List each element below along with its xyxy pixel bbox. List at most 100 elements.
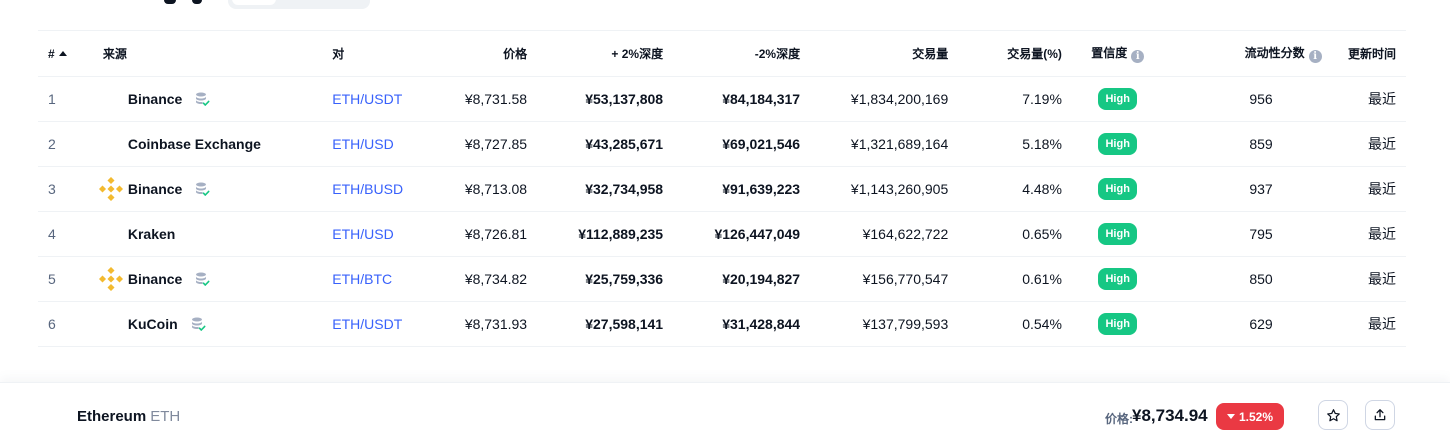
cell-minus-depth: ¥20,194,827 bbox=[663, 256, 801, 302]
cell-pair[interactable]: ETH/USDT bbox=[332, 76, 455, 122]
share-icon bbox=[1374, 409, 1386, 421]
cell-volume: ¥1,321,689,164 bbox=[800, 121, 949, 167]
pair-link[interactable]: ETH/BUSD bbox=[332, 181, 403, 197]
header-volume-pct[interactable]: 交易量(%) bbox=[948, 30, 1062, 77]
exchange-name[interactable]: Binance bbox=[128, 91, 182, 107]
cell-updated: 最近 bbox=[1321, 301, 1406, 347]
pair-link[interactable]: ETH/BTC bbox=[332, 271, 392, 287]
header-minus-depth[interactable]: -2%深度 bbox=[663, 30, 801, 77]
table-row[interactable]: 1 Binance ETH/USDT ¥8,731.58 ¥53,137,808 ¥84,… bbox=[38, 76, 1406, 122]
exchange-name[interactable]: Binance bbox=[128, 181, 182, 197]
cell-updated: 最近 bbox=[1321, 166, 1406, 212]
markets-table: # 来源 对 价格 + 2%深度 -2%深度 交易量 交易量(%) 置信度 i 流… bbox=[38, 30, 1406, 347]
source-wrap[interactable]: Kraken bbox=[99, 212, 332, 256]
cell-price: ¥8,713.08 bbox=[454, 166, 528, 212]
exchange-logo-slot bbox=[99, 312, 128, 336]
table-row[interactable]: 3 Binance ETH/BUSD ¥8,713.08 ¥32,734,958 ¥91,… bbox=[38, 166, 1406, 212]
header-updated[interactable]: 更新时间 bbox=[1321, 30, 1406, 77]
cell-minus-depth: ¥84,184,317 bbox=[663, 76, 801, 122]
header-liquidity[interactable]: 流动性分数 i bbox=[1173, 30, 1322, 77]
source-wrap[interactable]: KuCoin bbox=[99, 302, 332, 346]
cell-rank: 6 bbox=[38, 301, 99, 347]
toolbar-toggle-option[interactable] bbox=[232, 0, 276, 5]
cell-rank: 3 bbox=[38, 166, 99, 212]
cell-confidence: High bbox=[1061, 121, 1174, 167]
header-plus-depth[interactable]: + 2%深度 bbox=[527, 30, 664, 77]
table-row[interactable]: 5 Binance ETH/BTC ¥8,734.82 ¥25,759,336 ¥20,1… bbox=[38, 256, 1406, 302]
exchange-logo-slot bbox=[99, 222, 128, 246]
cell-price: ¥8,731.58 bbox=[454, 76, 528, 122]
cell-volume-pct: 5.18% bbox=[948, 121, 1062, 167]
share-button[interactable] bbox=[1365, 400, 1395, 430]
source-wrap[interactable]: Coinbase Exchange bbox=[99, 122, 332, 166]
header-pair[interactable]: 对 bbox=[332, 30, 455, 77]
cell-pair[interactable]: ETH/USD bbox=[332, 211, 455, 257]
verified-stack-icon bbox=[196, 182, 210, 196]
cell-price: ¥8,726.81 bbox=[454, 211, 528, 257]
source-wrap[interactable]: Binance bbox=[99, 77, 332, 121]
cell-source[interactable]: KuCoin bbox=[98, 301, 333, 347]
table-row[interactable]: 4 Kraken ETH/USD ¥8,726.81 ¥112,889,235 ¥126,… bbox=[38, 211, 1406, 257]
pair-link[interactable]: ETH/USDT bbox=[332, 91, 402, 107]
watchlist-star-button[interactable] bbox=[1318, 400, 1348, 430]
pair-link[interactable]: ETH/USDT bbox=[332, 316, 402, 332]
exchange-name[interactable]: Coinbase Exchange bbox=[128, 136, 261, 152]
exchange-name[interactable]: Binance bbox=[128, 271, 182, 287]
cell-source[interactable]: Binance bbox=[98, 166, 333, 212]
info-icon[interactable]: i bbox=[1131, 50, 1145, 63]
confidence-badge: High bbox=[1098, 178, 1137, 200]
exchange-logo-slot bbox=[98, 177, 128, 201]
cell-source[interactable]: Binance bbox=[98, 76, 333, 122]
price-label: 价格: bbox=[1105, 412, 1133, 426]
source-wrap[interactable]: Binance bbox=[98, 167, 332, 211]
cell-confidence: High bbox=[1061, 76, 1174, 122]
info-icon[interactable]: i bbox=[1308, 50, 1322, 63]
cell-confidence: High bbox=[1061, 211, 1174, 257]
verified-badge bbox=[194, 181, 210, 197]
exchange-logo-slot bbox=[98, 267, 128, 291]
cell-volume-pct: 7.19% bbox=[948, 76, 1062, 122]
table-body: 1 Binance ETH/USDT ¥8,731.58 ¥53,137,808 ¥84,… bbox=[38, 76, 1406, 347]
cell-source[interactable]: Binance bbox=[98, 256, 333, 302]
header-rank[interactable]: # bbox=[38, 30, 99, 77]
exchange-name[interactable]: Kraken bbox=[128, 226, 175, 242]
cell-rank: 2 bbox=[38, 121, 99, 167]
verified-stack-icon bbox=[196, 272, 210, 286]
cell-minus-depth: ¥31,428,844 bbox=[663, 301, 801, 347]
verified-stack-icon bbox=[191, 317, 206, 331]
toolbar-title-fragment bbox=[192, 0, 202, 4]
pair-link[interactable]: ETH/USD bbox=[332, 226, 393, 242]
cell-volume: ¥1,143,260,905 bbox=[800, 166, 949, 212]
sort-up-icon bbox=[58, 50, 67, 56]
table-row[interactable]: 6 KuCoin ETH/USDT ¥8,731.93 ¥27,598,141 ¥31,4… bbox=[38, 301, 1406, 347]
top-toolbar bbox=[0, 0, 1450, 12]
confidence-badge: High bbox=[1098, 223, 1137, 245]
sticky-price-bar: Ethereum ETH 价格: ¥8,734.94 1.52% bbox=[0, 382, 1450, 431]
header-price[interactable]: 价格 bbox=[454, 30, 528, 77]
cell-pair[interactable]: ETH/BUSD bbox=[332, 166, 455, 212]
header-volume[interactable]: 交易量 bbox=[800, 30, 949, 77]
exchange-logo-slot bbox=[99, 87, 128, 111]
cell-confidence: High bbox=[1061, 256, 1174, 302]
cell-volume-pct: 4.48% bbox=[948, 166, 1062, 212]
cell-pair[interactable]: ETH/USDT bbox=[332, 301, 455, 347]
cell-volume: ¥164,622,722 bbox=[800, 211, 949, 257]
header-source[interactable]: 来源 bbox=[98, 30, 333, 77]
pair-link[interactable]: ETH/USD bbox=[332, 136, 393, 152]
cell-pair[interactable]: ETH/BTC bbox=[332, 256, 455, 302]
cell-rank: 1 bbox=[38, 76, 99, 122]
cell-pair[interactable]: ETH/USD bbox=[332, 121, 455, 167]
exchange-name[interactable]: KuCoin bbox=[128, 316, 178, 332]
confidence-badge: High bbox=[1098, 88, 1137, 110]
cell-source[interactable]: Coinbase Exchange bbox=[98, 121, 333, 167]
cell-minus-depth: ¥126,447,049 bbox=[663, 211, 801, 257]
cell-source[interactable]: Kraken bbox=[98, 211, 333, 257]
toolbar-toggle[interactable] bbox=[228, 0, 370, 9]
header-confidence[interactable]: 置信度 i bbox=[1061, 30, 1174, 77]
cell-plus-depth: ¥53,137,808 bbox=[527, 76, 664, 122]
cell-rank: 5 bbox=[38, 256, 99, 302]
toolbar-title-fragment bbox=[164, 0, 176, 4]
source-wrap[interactable]: Binance bbox=[98, 257, 332, 301]
table-row[interactable]: 2 Coinbase Exchange ETH/USD ¥8,727.85 ¥43,28… bbox=[38, 121, 1406, 167]
cell-price: ¥8,734.82 bbox=[454, 256, 528, 302]
